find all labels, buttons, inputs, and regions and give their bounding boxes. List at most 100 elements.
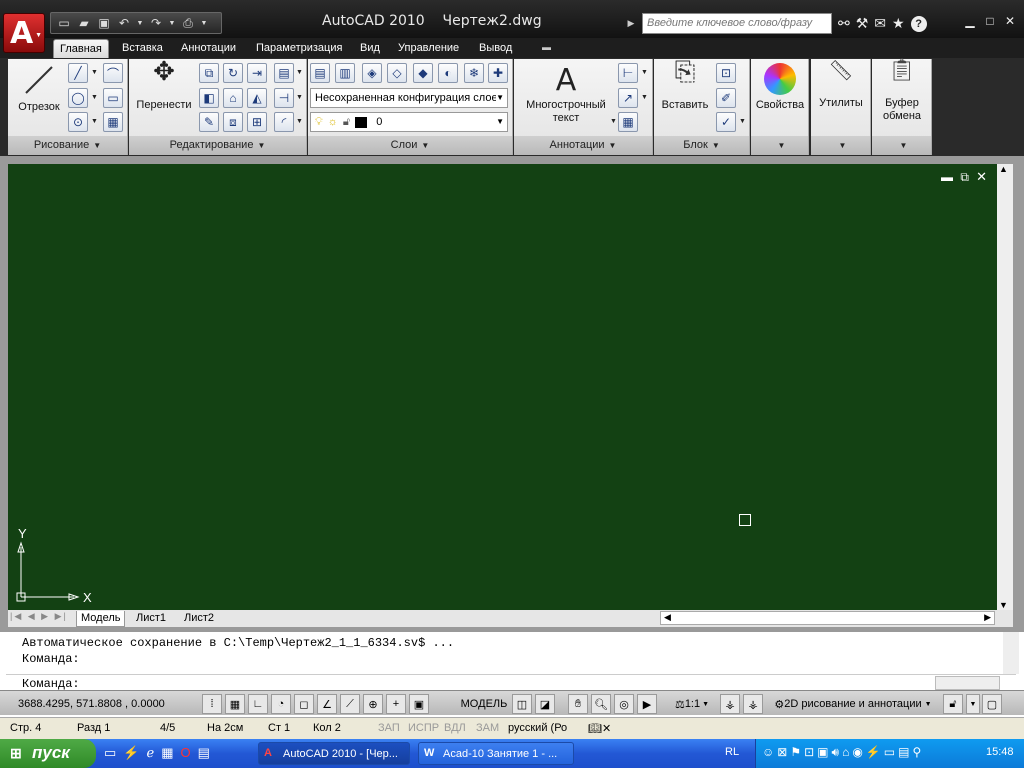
taskbar-item-word[interactable]: W Acad-10 Занятие 1 - ... xyxy=(418,742,574,765)
rectangle-icon[interactable]: ▭ xyxy=(103,88,123,108)
language-indicator[interactable]: RL xyxy=(725,746,739,758)
line-button[interactable]: Отрезок xyxy=(12,63,66,114)
workspace-switch[interactable]: ⚙ 2D рисование и аннотации ▼ xyxy=(768,694,938,714)
array-icon[interactable]: ▤ xyxy=(274,63,294,83)
status-ext[interactable]: ВДЛ xyxy=(444,722,466,734)
internet-explorer-icon[interactable]: ℯ xyxy=(146,745,154,761)
new-file-icon[interactable]: ▭ xyxy=(56,16,72,31)
scale-icon[interactable]: ⧈ xyxy=(223,112,243,132)
notepad-icon[interactable]: ▤ xyxy=(198,745,210,761)
dropdown-arrow-icon[interactable]: ▼ xyxy=(739,118,746,125)
viewport-close-icon[interactable]: ✕ xyxy=(976,169,987,185)
insert-block-button[interactable]: ⎘ Вставить xyxy=(656,58,714,112)
clipboard-panel-expander[interactable]: ▼ xyxy=(872,136,931,155)
ribbon-minimize-icon[interactable]: ▬ xyxy=(542,39,551,58)
clean-screen-icon[interactable]: ▢ xyxy=(982,694,1002,714)
explode-icon[interactable]: ⊞ xyxy=(247,112,267,132)
favorites-star-icon[interactable]: ★ xyxy=(892,15,905,32)
plot-icon[interactable]: ⎙ xyxy=(180,16,196,31)
search-input[interactable]: Введите ключевое слово/фразу xyxy=(642,13,832,34)
annotation-scale[interactable]: ⚖︎ 1:1 ▼ xyxy=(668,694,716,714)
infer-constraints-icon[interactable]: ⁞ xyxy=(202,694,222,714)
tab-model[interactable]: Модель xyxy=(76,611,126,627)
tab-output[interactable]: Вывод xyxy=(479,39,512,58)
draw-panel-title[interactable]: Рисование ▼ xyxy=(8,136,127,155)
viewport-restore-icon[interactable]: ⧉ xyxy=(960,170,969,185)
tab-nav-arrows-icon[interactable]: |◀ ◀ ▶ ▶| xyxy=(10,611,68,622)
dyn-icon[interactable]: ⊕ xyxy=(363,694,383,714)
binoculars-icon[interactable]: ⚯ xyxy=(838,15,850,32)
stretch-icon[interactable]: ◧ xyxy=(199,88,219,108)
tab-layout2[interactable]: Лист2 xyxy=(180,611,218,627)
layer-lock-icon[interactable]: ✚ xyxy=(488,63,508,83)
mtext-button[interactable]: A Многострочный текст ▼ xyxy=(518,63,617,125)
tray-app-icon[interactable]: ⚡ xyxy=(866,745,881,760)
status-language[interactable]: русский (Ро xyxy=(508,722,567,734)
arc-icon[interactable]: ⌒ xyxy=(103,63,123,83)
create-block-icon[interactable]: ⊡ xyxy=(716,63,736,83)
utilities-panel-expander[interactable]: ▼ xyxy=(811,136,870,155)
start-button[interactable]: ⊞ пуск xyxy=(0,739,96,768)
image-viewer-icon[interactable]: ▦ xyxy=(161,745,173,761)
dropdown-arrow-icon[interactable]: ▼ xyxy=(296,69,303,76)
undo-dropdown-icon[interactable]: ▼ xyxy=(136,16,144,31)
ducs-icon[interactable]: ⟋ xyxy=(340,694,360,714)
scroll-up-icon[interactable]: ▲ xyxy=(999,164,1008,174)
tray-app-icon[interactable]: ▣ xyxy=(817,745,828,760)
media-player-icon[interactable]: ⚡ xyxy=(123,745,139,761)
layer-match-icon[interactable]: ◐ xyxy=(438,63,458,83)
quick-properties-icon[interactable]: ▣ xyxy=(409,694,429,714)
polar-icon[interactable]: ◔ xyxy=(271,694,291,714)
layer-walk-icon[interactable]: ◇ xyxy=(387,63,407,83)
show-desktop-icon[interactable]: ▭ xyxy=(104,745,116,761)
showmotion-icon[interactable]: ▶ xyxy=(637,694,657,714)
model-toggle[interactable]: МОДЕЛЬ xyxy=(458,694,510,714)
ortho-icon[interactable]: ∟ xyxy=(248,694,268,714)
erase-icon[interactable]: ✎ xyxy=(199,112,219,132)
auto-scale-icon[interactable]: ⚶ xyxy=(743,694,763,714)
command-scrollbar[interactable] xyxy=(1003,632,1019,674)
model-space-canvas[interactable]: ▬ ⧉ ✕ Y X xyxy=(8,164,997,610)
layer-icon[interactable]: ◈ xyxy=(362,63,382,83)
layer-isolate-icon[interactable]: ◆ xyxy=(413,63,433,83)
status-menu-icon[interactable]: ▼ xyxy=(966,694,980,714)
quick-view-drawings-icon[interactable]: ◪ xyxy=(535,694,555,714)
edit-block-icon[interactable]: ✐ xyxy=(716,88,736,108)
tab-view[interactable]: Вид xyxy=(360,39,380,58)
dimension-icon[interactable]: ⊢ xyxy=(618,63,638,83)
status-trk[interactable]: ИСПР xyxy=(408,722,439,734)
network-icon[interactable]: ⊡ xyxy=(804,745,814,760)
toolbar-lock-icon[interactable]: 🔓︎ xyxy=(943,694,963,714)
layers-panel-title[interactable]: Слои ▼ xyxy=(308,136,512,155)
dropdown-arrow-icon[interactable]: ▼ xyxy=(641,69,648,76)
clipboard-button[interactable]: 📋︎ Буфер обмена xyxy=(874,59,930,123)
dropdown-arrow-icon[interactable]: ▼ xyxy=(91,118,98,125)
minimize-icon[interactable]: ▁ xyxy=(962,13,978,29)
hatch-icon[interactable]: ▦ xyxy=(103,112,123,132)
quick-view-layouts-icon[interactable]: ◫ xyxy=(512,694,532,714)
taskbar-item-autocad[interactable]: A AutoCAD 2010 - [Чер... xyxy=(258,742,410,765)
annotation-visibility-icon[interactable]: ⚶ xyxy=(720,694,740,714)
osnap-icon[interactable]: ◻ xyxy=(294,694,314,714)
maximize-icon[interactable]: □ xyxy=(982,13,998,29)
spelling-check-icon[interactable]: 📖︎✕ xyxy=(588,722,611,735)
dropdown-arrow-icon[interactable]: ▼ xyxy=(91,94,98,101)
lineweight-icon[interactable]: + xyxy=(386,694,406,714)
scroll-left-icon[interactable]: ◀ xyxy=(664,612,671,623)
layer-properties-icon[interactable]: ▤ xyxy=(310,63,330,83)
zoom-icon[interactable]: 🔍︎ xyxy=(591,694,611,714)
layer-select[interactable]: 💡︎ ☼ 🔓︎ 0 ▼ xyxy=(310,112,508,132)
communication-icon[interactable]: ✉ xyxy=(874,15,886,32)
move-button[interactable]: ✥ Перенести xyxy=(133,58,195,112)
help-icon[interactable]: ? xyxy=(910,15,927,32)
tray-app-icon[interactable]: ◉ xyxy=(852,745,862,760)
rotate-icon[interactable]: ↻ xyxy=(223,63,243,83)
tab-annotate[interactable]: Аннотации xyxy=(181,39,236,58)
mirror-icon[interactable]: ◭ xyxy=(247,88,267,108)
steering-wheel-icon[interactable]: ◎ xyxy=(614,694,634,714)
search-arrow-icon[interactable]: ▶ xyxy=(623,16,639,31)
coordinates-readout[interactable]: 3688.4295, 571.8808 , 0.0000 xyxy=(18,694,165,714)
scroll-right-icon[interactable]: ▶ xyxy=(984,612,991,623)
horizontal-scrollbar[interactable]: ◀ ▶ xyxy=(660,611,995,625)
open-folder-icon[interactable]: ▰ xyxy=(76,16,92,31)
